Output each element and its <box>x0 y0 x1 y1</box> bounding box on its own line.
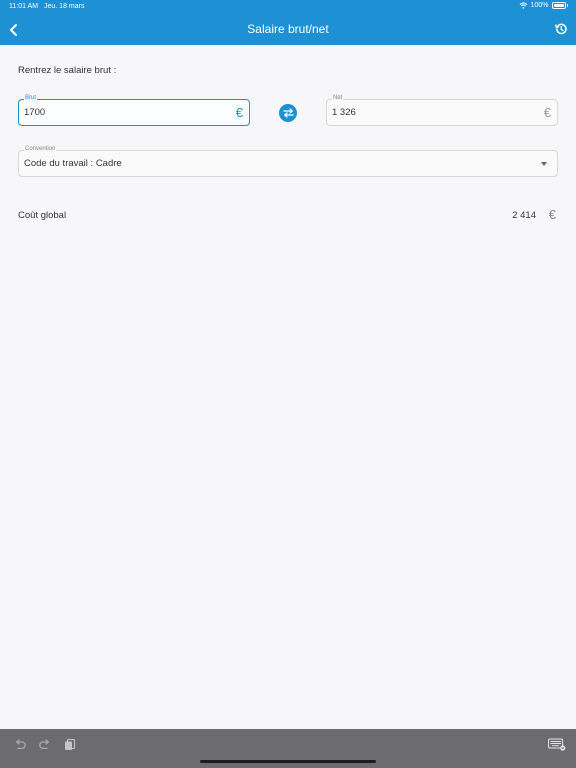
status-bar: 11:01 AM Jeu. 18 mars 100% <box>0 0 576 14</box>
battery-percent: 100% <box>530 2 549 9</box>
cost-global-label: Coût global <box>18 210 67 221</box>
brut-value[interactable]: 1700 <box>24 107 45 118</box>
euro-icon: € <box>235 105 243 120</box>
euro-icon: € <box>548 207 556 222</box>
paste-icon[interactable] <box>63 737 77 751</box>
redo-icon[interactable] <box>38 737 52 751</box>
keyboard-dismiss-icon[interactable] <box>548 737 566 751</box>
status-time: 11:01 AM <box>9 3 39 10</box>
convention-select[interactable]: Convention Code du travail : Cadre <box>18 146 558 177</box>
top-bar: 11:01 AM Jeu. 18 mars 100% Salaire brut/… <box>0 0 576 45</box>
home-indicator <box>200 760 376 763</box>
net-input[interactable]: Net 1 326 € <box>326 95 558 126</box>
convention-value: Code du travail : Cadre <box>24 158 122 169</box>
history-icon[interactable] <box>554 22 568 36</box>
status-date: Jeu. 18 mars <box>44 3 85 10</box>
nav-bar: Salaire brut/net <box>0 14 576 45</box>
page-title: Salaire brut/net <box>247 22 329 36</box>
brut-label: Brut <box>24 95 38 101</box>
wifi-icon <box>519 2 527 9</box>
net-label: Net <box>332 95 344 101</box>
caret-down-icon <box>541 162 547 166</box>
convention-label: Convention <box>24 146 57 152</box>
euro-icon: € <box>543 105 551 120</box>
undo-icon[interactable] <box>13 737 27 751</box>
swap-button[interactable] <box>279 104 297 122</box>
brut-input[interactable]: Brut 1700 € <box>18 95 250 126</box>
net-value[interactable]: 1 326 <box>332 107 356 118</box>
swap-arrows-icon <box>282 108 294 118</box>
status-right: 100% <box>519 2 568 9</box>
battery-nub <box>566 4 568 7</box>
cost-global-value: 2 414 <box>512 210 536 221</box>
battery-icon <box>551 2 566 9</box>
prompt-label: Rentrez le salaire brut : <box>18 65 117 76</box>
